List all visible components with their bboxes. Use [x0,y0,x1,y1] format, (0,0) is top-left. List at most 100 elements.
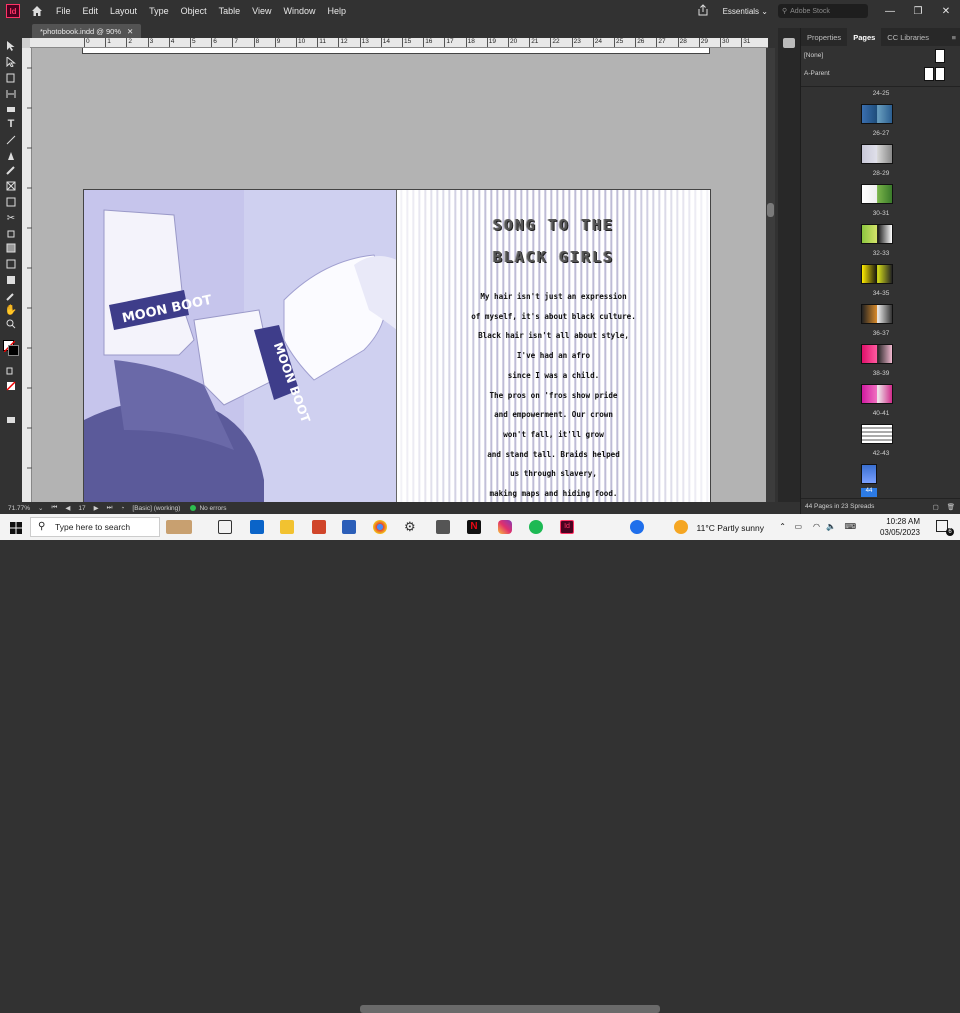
gradient-feather-tool-icon[interactable] [5,258,17,270]
hand-tool-icon[interactable]: ✋ [5,304,17,316]
tab-cc-libraries[interactable]: CC Libraries [881,28,935,46]
powerpoint-icon[interactable] [312,520,326,534]
poem-line[interactable]: Black hair isn't all about style, [397,331,710,340]
zoom-tool-icon[interactable] [5,318,17,330]
spread-thumb[interactable] [861,264,893,284]
word-icon[interactable] [342,520,356,534]
spread-thumb[interactable] [861,344,893,364]
page-tool-icon[interactable] [5,72,17,84]
indesign-taskbar-icon[interactable]: Id [560,520,574,534]
instagram-icon[interactable] [498,520,512,534]
document-style[interactable]: [Basic] (working) [132,505,180,512]
home-icon[interactable] [30,4,44,18]
menu-type[interactable]: Type [149,6,169,16]
restore-icon[interactable]: ❐ [904,6,932,17]
weather-icon[interactable] [674,520,688,534]
minimize-icon[interactable]: — [876,6,904,17]
spotify-icon[interactable] [529,520,543,534]
battery-icon[interactable]: ▭ [794,522,802,531]
tab-pages[interactable]: Pages [847,28,882,46]
poem-line[interactable]: and stand tall. Braids helped [397,450,710,459]
line-tool-icon[interactable] [5,134,17,146]
comments-panel-icon[interactable] [783,38,795,48]
netflix-icon[interactable]: N [467,520,481,534]
clock-time[interactable]: 10:28 AM [886,517,920,526]
panel-menu-icon[interactable]: ≡ [952,28,960,46]
poem-line[interactable]: and empowerment. Our crown [397,410,710,419]
wifi-icon[interactable]: ◠ [813,522,820,531]
poem-line[interactable]: I've had an afro [397,351,710,360]
menu-window[interactable]: Window [283,6,315,16]
volume-icon[interactable]: 🔈 [826,522,836,531]
menu-object[interactable]: Object [181,6,207,16]
rectangle-tool-icon[interactable] [5,196,17,208]
zoom-level[interactable]: 71.77% [8,505,30,512]
poem-line[interactable]: making maps and hiding food. [397,489,710,498]
weather-text[interactable]: 11°C Partly sunny [697,523,765,533]
gap-tool-icon[interactable] [5,88,17,100]
spread-thumb[interactable] [861,424,893,444]
document-tab[interactable]: *photobook.indd @ 90% ✕ [32,24,142,38]
spread-thumb[interactable] [861,144,893,164]
content-collector-icon[interactable] [5,102,17,114]
spread-thumb[interactable] [861,104,893,124]
first-page-icon[interactable]: ⏮ [52,504,58,512]
poem-line[interactable]: My hair isn't just an expression [397,292,710,301]
free-transform-tool-icon[interactable] [5,228,17,240]
clock-date[interactable]: 03/05/2023 [880,528,920,537]
search-highlight-icon[interactable] [166,520,192,534]
scissors-tool-icon[interactable]: ✂ [5,212,17,224]
adobe-stock-search[interactable]: ⚲ Adobe Stock [778,4,868,18]
menu-help[interactable]: Help [327,6,346,16]
new-page-icon[interactable]: ▢ [933,503,939,511]
delete-page-icon[interactable]: 🗑 [947,503,955,511]
preflight-status[interactable]: No errors [199,505,226,512]
camera-icon[interactable] [436,520,450,534]
task-view-icon[interactable] [218,520,232,534]
spread-thumb[interactable] [861,224,893,244]
gradient-swatch-tool-icon[interactable] [5,242,17,254]
type-tool-icon[interactable]: T [5,118,17,130]
formatting-container-icon[interactable] [5,365,17,377]
menu-view[interactable]: View [252,6,271,16]
previous-page-icon[interactable]: ◀ [65,504,70,512]
menu-edit[interactable]: Edit [83,6,99,16]
zoom-dropdown-icon[interactable]: ⌄ [38,504,43,512]
close-tab-icon[interactable]: ✕ [127,27,133,36]
spread-thumb[interactable] [861,304,893,324]
page-number-field[interactable]: 17 [78,505,85,512]
menu-file[interactable]: File [56,6,71,16]
last-page-icon[interactable]: ⏭ [107,504,113,512]
master-a-left-thumb[interactable] [924,67,934,81]
poem-title-line-1[interactable]: SONG TO THE [397,216,710,234]
language-indicator-icon[interactable]: ⌨ [844,522,856,531]
vertical-ruler[interactable] [22,48,32,502]
rectangle-frame-tool-icon[interactable] [5,180,17,192]
chrome-icon[interactable] [373,520,387,534]
taskbar-search-input[interactable]: ⚲ Type here to search [30,517,160,537]
menu-table[interactable]: Table [219,6,241,16]
master-a-right-thumb[interactable] [935,67,945,81]
workspace-switcher[interactable]: Essentials ⌄ [723,7,768,16]
pasteboard[interactable]: MOON BOOT MOON BOOT SONG TO THE BLACK GI… [32,48,766,502]
poem-line[interactable]: us through slavery, [397,469,710,478]
eyedropper-tool-icon[interactable] [5,290,17,302]
tab-properties[interactable]: Properties [801,28,847,46]
spread-thumb[interactable] [861,184,893,204]
right-page-poem[interactable]: SONG TO THE BLACK GIRLS My hair isn't ju… [397,190,710,502]
screen-mode-icon[interactable] [5,414,17,426]
fill-stroke-swatch-icon[interactable] [3,340,19,356]
next-page-icon[interactable]: ▶ [94,504,99,512]
vertical-scrollbar[interactable] [766,48,775,502]
close-icon[interactable]: ✕ [932,6,960,17]
poem-line[interactable]: The pros on 'fros show pride [397,391,710,400]
spread-thumb[interactable] [861,384,893,404]
file-explorer-icon[interactable] [280,520,294,534]
horizontal-ruler[interactable]: 0 1 2 3 4 5 6 7 8 9 10 11 12 13 14 15 16 17 18 19 20 21 22 23 24… [30,38,768,48]
menu-layout[interactable]: Layout [110,6,137,16]
page-spread[interactable]: MOON BOOT MOON BOOT SONG TO THE BLACK GI… [83,189,711,502]
master-none[interactable]: [None] [804,52,823,59]
pen-tool-icon[interactable] [5,150,17,162]
poem-line[interactable]: of myself, it's about black culture. [397,312,710,321]
help-icon[interactable] [630,520,644,534]
